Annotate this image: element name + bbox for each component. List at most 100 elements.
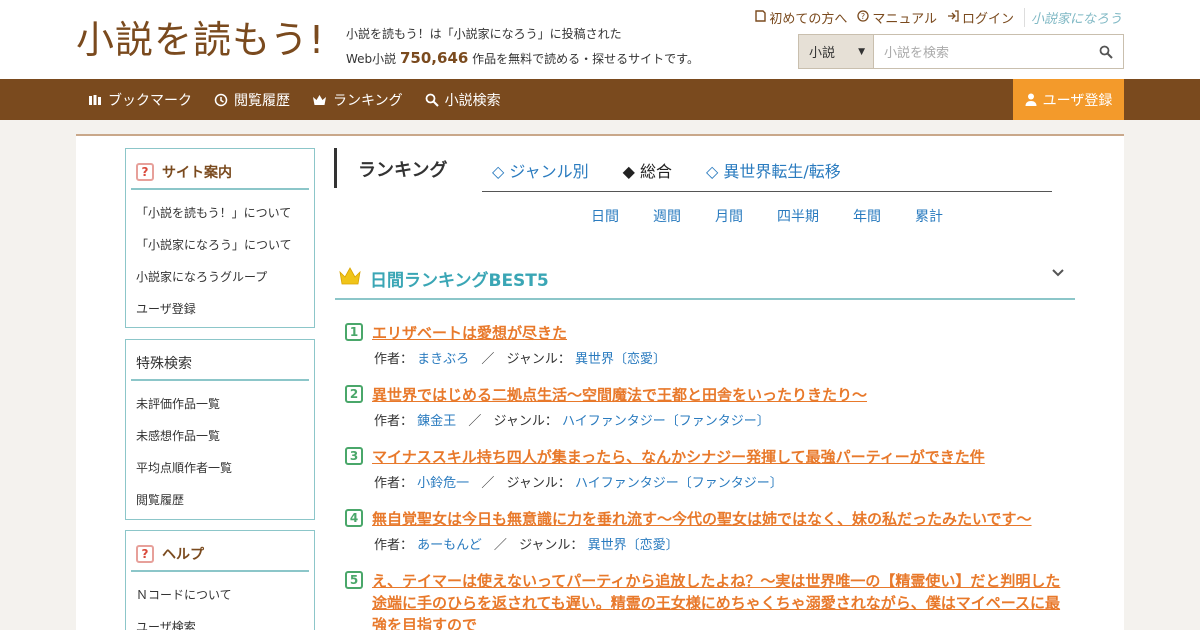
sidebar-special-search: 特殊検索 未評価作品一覧 未感想作品一覧 平均点順作者一覧 閲覧履歴	[125, 339, 315, 520]
sidebar-item-history[interactable]: 閲覧履歴	[126, 483, 314, 515]
register-label: ユーザ登録	[1042, 92, 1113, 109]
tab-genre[interactable]: ◇ ジャンル別	[492, 158, 589, 182]
sidebar-item-no-review[interactable]: 未感想作品一覧	[126, 419, 314, 451]
guide-icon	[755, 10, 767, 25]
entry-meta: 作者： 小鈴危一 ／ ジャンル： ハイファンタジー〔ファンタジー〕	[374, 472, 783, 491]
sidebar-item-ncode[interactable]: Ｎコードについて	[126, 578, 314, 610]
crown-icon	[313, 94, 326, 105]
user-icon	[1025, 93, 1037, 106]
help-list: Ｎコードについて ユーザ検索	[126, 572, 314, 630]
nav-bookmark-label: ブックマーク	[108, 92, 192, 109]
novel-title-link[interactable]: 異世界ではじめる二拠点生活～空間魔法で王都と田舎をいったりきたり～	[372, 384, 867, 406]
site-header: 小説を読もう! 小説を読もう！は「小説家になろう」に投稿された Web小説 75…	[0, 0, 1200, 79]
main-content: ? サイト案内 「小説を読もう！」について 「小説家になろう」について 小説家に…	[76, 134, 1124, 630]
nav-items: ブックマーク 閲覧履歴 ランキング 小説検索	[88, 79, 501, 120]
novel-title-link[interactable]: マイナススキル持ち四人が集まったら、なんかシナジー発揮して最強パーティーができた…	[372, 446, 985, 468]
sidebar-item-user-search[interactable]: ユーザ検索	[126, 610, 314, 630]
genre-label: ジャンル：	[519, 538, 584, 553]
link-login[interactable]: ログイン	[947, 8, 1014, 27]
login-icon	[947, 10, 959, 25]
nav-search[interactable]: 小説検索	[425, 90, 501, 110]
meta-separator: ／	[481, 476, 495, 491]
header-links: 初めての方へ ? マニュアル ログイン 小説家になろう	[755, 8, 1122, 27]
meta-separator: ／	[468, 414, 482, 429]
period-quarterly[interactable]: 四半期	[760, 206, 836, 226]
search-type-select[interactable]: 小説 ▼	[799, 35, 874, 68]
dropdown-arrow-icon: ▼	[858, 46, 865, 57]
sidebar-item-unrated[interactable]: 未評価作品一覧	[126, 387, 314, 419]
meta-separator: ／	[493, 538, 507, 553]
nav-ranking-label: ランキング	[333, 92, 403, 109]
sidebar-item-user-register[interactable]: ユーザ登録	[126, 292, 314, 324]
genre-link[interactable]: ハイファンタジー〔ファンタジー〕	[575, 476, 783, 491]
narou-logo[interactable]: 小説家になろう	[1023, 8, 1122, 27]
history-icon	[214, 93, 228, 106]
site-guide-title-text: サイト案内	[162, 164, 232, 181]
novel-count: 750,646	[400, 49, 469, 67]
genre-label: ジャンル：	[506, 476, 571, 491]
site-logo[interactable]: 小説を読もう!	[76, 18, 325, 62]
period-yearly[interactable]: 年間	[836, 206, 898, 226]
genre-link[interactable]: 異世界〔恋愛〕	[588, 538, 679, 553]
entry-meta: 作者： まきぶろ ／ ジャンル： 異世界〔恋愛〕	[374, 348, 666, 367]
ranking-tabs: ◇ ジャンル別 ◆ 総合 ◇ 異世界転生/転移	[492, 158, 841, 182]
nav-ranking[interactable]: ランキング	[312, 90, 403, 110]
genre-link[interactable]: ハイファンタジー〔ファンタジー〕	[562, 414, 770, 429]
tab-overall[interactable]: ◆ 総合	[623, 158, 672, 182]
sidebar-help: ? ヘルプ Ｎコードについて ユーザ検索	[125, 530, 315, 630]
nav-history[interactable]: 閲覧履歴	[214, 90, 290, 110]
novel-title-link[interactable]: え、テイマーは使えないってパーティから追放したよね？～実は世界唯一の【精霊使い】…	[372, 570, 1072, 630]
sidebar-item-avg-authors[interactable]: 平均点順作者一覧	[126, 451, 314, 483]
novel-title-link[interactable]: 無自覚聖女は今日も無意識に力を垂れ流す〜今代の聖女は姉ではなく、妹の私だったみた…	[372, 508, 1032, 530]
link-first-time-label: 初めての方へ	[769, 12, 848, 27]
nav-bookmark[interactable]: ブックマーク	[88, 90, 192, 110]
rank-number-badge: 4	[345, 509, 363, 527]
search-icon	[1099, 45, 1113, 59]
search-type-value: 小説	[809, 46, 836, 61]
site-guide-list: 「小説を読もう！」について 「小説家になろう」について 小説家になろうグループ …	[126, 190, 314, 324]
help-title-text: ヘルプ	[162, 546, 204, 563]
period-total[interactable]: 累計	[898, 206, 960, 226]
question-icon: ?	[136, 544, 154, 563]
author-label: 作者：	[374, 476, 414, 491]
sidebar-item-about-narou[interactable]: 「小説家になろう」について	[126, 228, 314, 260]
sidebar-item-about-yomou[interactable]: 「小説を読もう！」について	[126, 196, 314, 228]
tab-divider	[482, 191, 1052, 192]
period-daily[interactable]: 日間	[574, 206, 636, 226]
genre-label: ジャンル：	[506, 352, 571, 367]
link-manual[interactable]: ? マニュアル	[857, 8, 937, 27]
rank-number-badge: 5	[345, 571, 363, 589]
crown-icon	[339, 267, 361, 285]
desc-prefix: Web小説	[346, 52, 397, 66]
author-label: 作者：	[374, 414, 414, 429]
tab-isekai[interactable]: ◇ 異世界転生/転移	[706, 158, 841, 182]
ranking-title: ランキング	[358, 160, 448, 181]
help-title: ? ヘルプ	[131, 537, 309, 572]
desc-line1: 小説を読もう！は「小説家になろう」に投稿された	[346, 27, 622, 41]
sidebar-item-narou-group[interactable]: 小説家になろうグループ	[126, 260, 314, 292]
author-link[interactable]: まきぶろ	[417, 352, 469, 367]
author-link[interactable]: 小鈴危一	[417, 476, 469, 491]
chevron-down-icon[interactable]	[1051, 266, 1065, 282]
site-description: 小説を読もう！は「小説家になろう」に投稿された Web小説 750,646 作品…	[346, 22, 699, 71]
period-tabs: 日間 週間 月間 四半期 年間 累計	[482, 206, 1052, 226]
link-manual-label: マニュアル	[872, 12, 937, 27]
link-first-time[interactable]: 初めての方へ	[755, 8, 847, 27]
search-input[interactable]: 小説を検索	[874, 35, 1089, 68]
register-button[interactable]: ユーザ登録	[1013, 79, 1124, 120]
main-nav: ブックマーク 閲覧履歴 ランキング 小説検索 ユーザ登録	[0, 79, 1200, 120]
search-button[interactable]	[1089, 35, 1123, 68]
site-guide-title: ? サイト案内	[131, 155, 309, 190]
period-weekly[interactable]: 週間	[636, 206, 698, 226]
author-link[interactable]: あーもんど	[417, 538, 482, 553]
svg-text:?: ?	[861, 12, 865, 21]
genre-label: ジャンル：	[493, 414, 558, 429]
author-link[interactable]: 錬金王	[417, 414, 456, 429]
genre-link[interactable]: 異世界〔恋愛〕	[575, 352, 666, 367]
period-monthly[interactable]: 月間	[698, 206, 760, 226]
manual-icon: ?	[857, 10, 869, 25]
question-icon: ?	[136, 162, 154, 181]
novel-title-link[interactable]: エリザベートは愛想が尽きた	[372, 322, 567, 344]
nav-history-label: 閲覧履歴	[234, 92, 290, 109]
daily-best5-header[interactable]: 日間ランキングBEST5	[335, 256, 1075, 300]
